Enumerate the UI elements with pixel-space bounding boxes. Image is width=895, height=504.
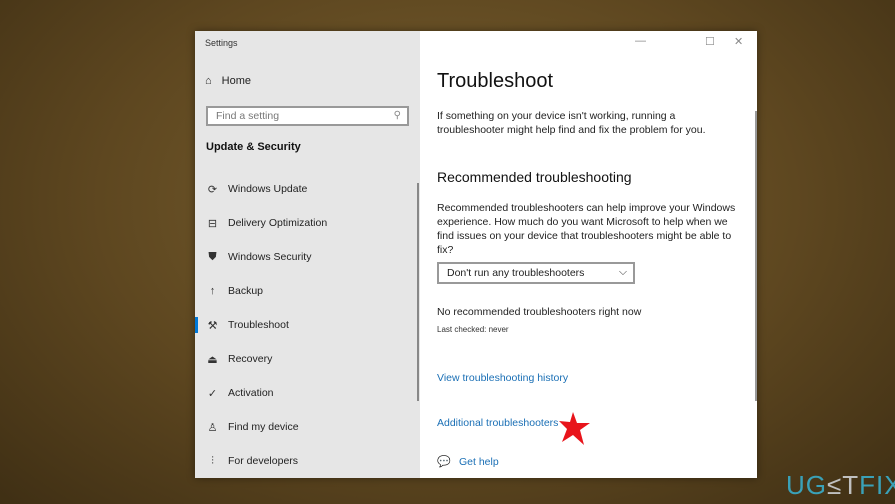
settings-window: Settings ⌂ Home Find a setting ⚲ Update & … <box>195 31 757 478</box>
check-circle-icon: ✓ <box>207 387 218 400</box>
intro-text: If something on your device isn't workin… <box>437 110 706 136</box>
troubleshooter-dropdown[interactable]: Don't run any troubleshooters ⌵ <box>437 262 635 284</box>
sidebar-scrollbar[interactable] <box>417 183 419 401</box>
sidebar-item-troubleshoot[interactable]: ⚒ Troubleshoot <box>195 310 420 340</box>
last-checked: Last checked: never <box>437 325 509 334</box>
sidebar-item-label: Windows Update <box>228 183 308 195</box>
recovery-icon: ⏏ <box>207 353 218 366</box>
sidebar-item-label: Windows Security <box>228 251 312 263</box>
status-text: No recommended troubleshooters right now <box>437 306 642 318</box>
home-icon: ⌂ <box>205 75 212 87</box>
home-link[interactable]: ⌂ Home <box>205 75 251 87</box>
additional-troubleshooters-link[interactable]: Additional troubleshooters <box>437 417 558 429</box>
sidebar-item-label: Recovery <box>228 353 273 365</box>
recommended-text: Recommended troubleshooters can help imp… <box>437 202 736 256</box>
sidebar: Settings ⌂ Home Find a setting ⚲ Update & … <box>195 31 420 478</box>
sidebar-item-activation[interactable]: ✓ Activation <box>195 378 420 408</box>
wrench-icon: ⚒ <box>207 319 218 332</box>
sidebar-item-label: For developers <box>228 455 299 467</box>
dropdown-value: Don't run any troubleshooters <box>447 267 585 279</box>
sidebar-item-backup[interactable]: ↑ Backup <box>195 276 420 306</box>
shield-icon: ⛊ <box>208 250 217 263</box>
window-title: Settings <box>205 38 238 48</box>
refresh-icon: ⟳ <box>207 183 218 196</box>
sidebar-item-for-developers[interactable]: ⫶ For developers <box>195 446 420 476</box>
watermark-logo: UG≤TFIX <box>786 470 895 500</box>
section-heading: Update & Security <box>206 141 301 153</box>
find-device-icon: ♙ <box>207 421 218 434</box>
developer-icon: ⫶ <box>211 454 214 467</box>
sidebar-item-label: Backup <box>228 285 264 297</box>
sidebar-item-label: Delivery Optimization <box>228 217 328 229</box>
sidebar-item-label: Find my device <box>228 421 299 433</box>
close-button[interactable]: ✕ <box>734 35 743 48</box>
delivery-icon: ⊟ <box>207 217 218 230</box>
maximize-button[interactable]: ☐ <box>705 35 715 48</box>
sidebar-item-delivery-optimization[interactable]: ⊟ Delivery Optimization <box>195 208 420 238</box>
sidebar-item-label: Activation <box>228 387 274 399</box>
sidebar-item-label: Troubleshoot <box>228 319 289 331</box>
view-history-link[interactable]: View troubleshooting history <box>437 372 568 384</box>
minimize-button[interactable]: — <box>635 35 646 47</box>
sidebar-item-recovery[interactable]: ⏏ Recovery <box>195 344 420 374</box>
search-icon: ⚲ <box>393 110 401 121</box>
home-label: Home <box>221 75 251 87</box>
chevron-down-icon: ⌵ <box>619 266 627 278</box>
search-input[interactable]: Find a setting ⚲ <box>206 106 409 126</box>
page-title: Troubleshoot <box>437 70 553 92</box>
sidebar-item-windows-security[interactable]: ⛊ Windows Security <box>195 242 420 272</box>
recommended-heading: Recommended troubleshooting <box>437 169 632 185</box>
help-icon: 💬 <box>437 456 451 468</box>
sidebar-item-find-my-device[interactable]: ♙ Find my device <box>195 412 420 442</box>
upload-icon: ↑ <box>209 285 216 297</box>
star-annotation-icon <box>559 412 590 445</box>
get-help-link[interactable]: Get help <box>459 456 499 468</box>
main-scrollbar[interactable] <box>755 111 757 401</box>
main-content: — ☐ ✕ Troubleshoot If something on your … <box>437 31 757 478</box>
sidebar-item-windows-update[interactable]: ⟳ Windows Update <box>195 174 420 204</box>
search-placeholder: Find a setting <box>216 110 280 122</box>
